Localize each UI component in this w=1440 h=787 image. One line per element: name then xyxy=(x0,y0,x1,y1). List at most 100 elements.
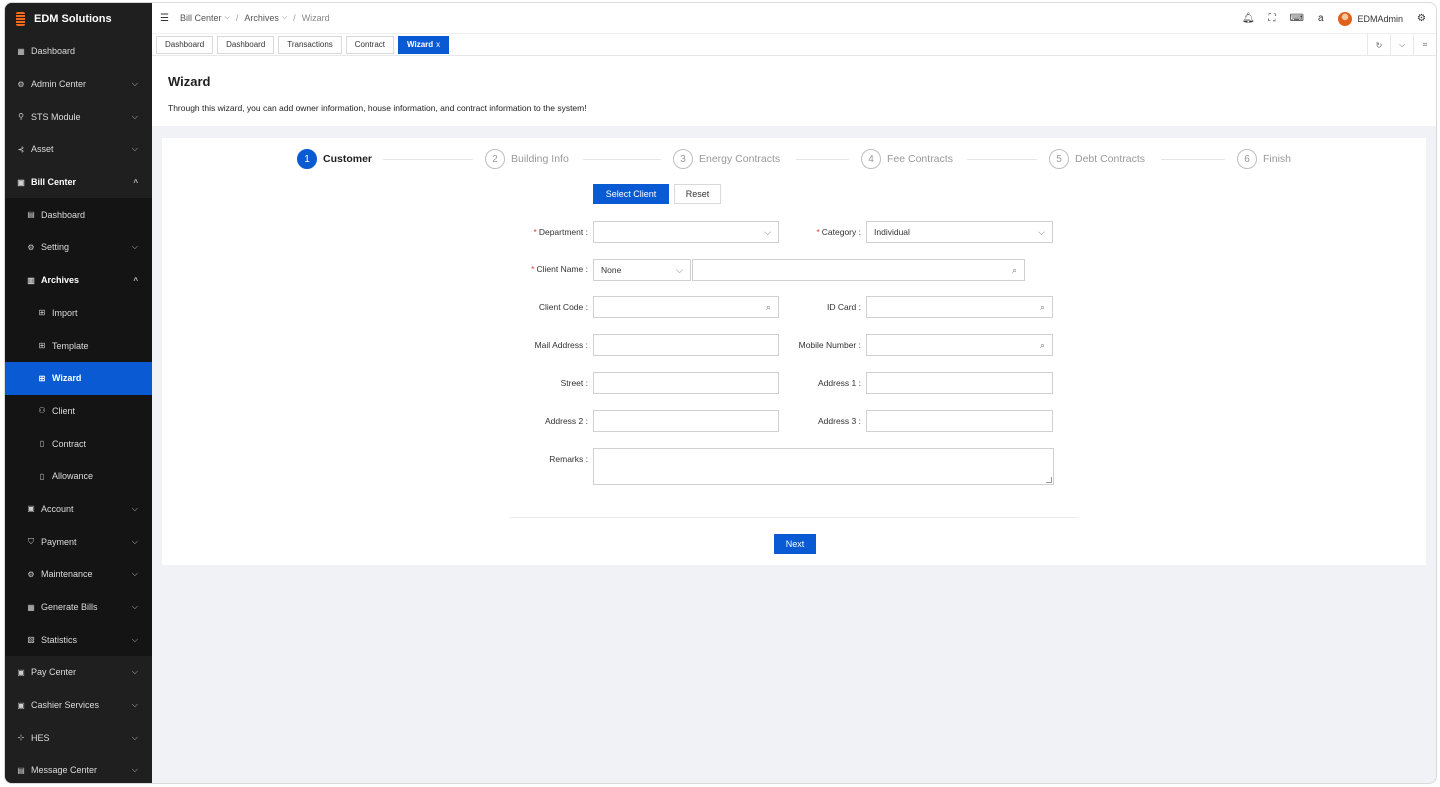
search-icon[interactable]: ⌕ xyxy=(1040,340,1045,351)
top-header: ☰ Bill Center ⌵ / Archives ⌵ / Wizard 🔔︎… xyxy=(152,3,1436,34)
maximize-icon[interactable]: ⌗ xyxy=(1413,34,1436,56)
tab-contract[interactable]: Contract xyxy=(345,35,395,54)
step-label: Fee Contracts xyxy=(887,153,953,165)
app-logo[interactable]: EDM Solutions xyxy=(5,3,152,35)
sidebar-item-pay-center[interactable]: ▣ Pay Center ⌵ xyxy=(5,656,152,689)
sidebar-item-asset[interactable]: ⊰ Asset ⌵ xyxy=(5,133,152,166)
sidebar-item-dashboard[interactable]: ▤ Dashboard xyxy=(5,198,152,232)
sidebar-item-generate-bills[interactable]: ▦ Generate Bills ⌵ xyxy=(5,590,152,624)
client-name-type-select[interactable]: None ⌵ xyxy=(593,259,691,281)
chevron-down-icon: ⌵ xyxy=(131,732,138,742)
avatar[interactable] xyxy=(1337,11,1352,26)
step-number: 4 xyxy=(861,149,881,169)
sidebar: EDM Solutions ▦ Dashboard ⚙ Admin Center ⌵ ⚲ S… xyxy=(5,3,152,783)
sidebar-item-account[interactable]: ▣ Account ⌵ xyxy=(5,492,152,526)
tab-dashboard[interactable]: Dashboard xyxy=(156,35,214,54)
tab-dashboard[interactable]: Dashboard xyxy=(217,35,275,54)
next-button[interactable]: Next xyxy=(774,534,816,554)
sidebar-item-wizard[interactable]: ⊞ Wizard xyxy=(5,361,152,395)
street-input[interactable] xyxy=(593,372,779,394)
breadcrumb-item[interactable]: Archives xyxy=(244,13,279,23)
mail-address-label: Mail Address : xyxy=(534,340,588,350)
tab-label: Contract xyxy=(354,40,386,49)
settings-gear-icon[interactable]: ⚙ xyxy=(1417,13,1426,24)
sidebar-item-label: Bill Center xyxy=(31,177,77,188)
gear-icon: ⚙ xyxy=(27,242,35,252)
chevron-down-icon[interactable]: ⌵ xyxy=(282,14,287,22)
sidebar-item-maintenance[interactable]: ⚙ Maintenance ⌵ xyxy=(5,558,152,591)
chevron-down-icon: ⌵ xyxy=(764,226,771,237)
tab-transactions[interactable]: Transactions xyxy=(278,35,342,54)
bell-icon[interactable]: 🔔︎ xyxy=(1242,13,1255,24)
sidebar-item-hes[interactable]: ⊹ HES ⌵ xyxy=(5,721,152,755)
shield-icon: ⛉ xyxy=(28,536,34,546)
sidebar-item-payment[interactable]: ⛉ Payment ⌵ xyxy=(5,525,152,558)
form-divider xyxy=(510,517,1078,518)
close-icon[interactable]: x xyxy=(436,40,440,49)
sidebar-item-label: Generate Bills xyxy=(41,602,98,613)
department-select[interactable]: ⌵ xyxy=(593,221,779,243)
sidebar-item-import[interactable]: ⊞ Import xyxy=(5,296,152,330)
sidebar-item-client[interactable]: ⚇ Client xyxy=(5,394,152,428)
select-client-button[interactable]: Select Client xyxy=(593,184,669,204)
header-actions: 🔔︎ ⛶ ⌨ a EDMAdmin ⚙ xyxy=(1242,3,1426,34)
wizard-step-4[interactable]: 4 Fee Contracts xyxy=(861,148,953,170)
sidebar-item-setting[interactable]: ⚙ Setting ⌵ xyxy=(5,231,152,264)
mail-address-input[interactable] xyxy=(593,334,779,356)
sidebar-item-label: Pay Center xyxy=(31,667,77,678)
wizard-step-3[interactable]: 3 Energy Contracts xyxy=(673,148,780,170)
address2-label: Address 2 : xyxy=(544,416,588,426)
address3-input[interactable] xyxy=(866,410,1053,432)
mobile-number-label: Mobile Number : xyxy=(798,340,861,350)
remarks-textarea[interactable] xyxy=(593,448,1054,485)
search-icon[interactable]: ⌕ xyxy=(1040,302,1045,313)
address2-input[interactable] xyxy=(593,410,779,432)
wizard-step-1[interactable]: 1 Customer xyxy=(297,148,372,170)
file-icon: ▯ xyxy=(39,439,45,449)
sidebar-item-statistics[interactable]: ▧ Statistics ⌵ xyxy=(5,623,152,657)
client-code-input[interactable]: ⌕ xyxy=(593,296,779,318)
tab-wizard[interactable]: Wizard x xyxy=(398,35,450,54)
mobile-number-input[interactable]: ⌕ xyxy=(866,334,1053,356)
language-icon[interactable]: ⌨ xyxy=(1290,13,1304,24)
client-name-input[interactable]: ⌕ xyxy=(692,259,1025,281)
address1-input[interactable] xyxy=(866,372,1053,394)
grid-icon: ⊞ xyxy=(38,341,46,351)
sidebar-item-allowance[interactable]: ▯ Allowance xyxy=(5,459,152,493)
chevron-down-icon: ⌵ xyxy=(131,111,138,121)
search-icon[interactable]: ⌕ xyxy=(1012,265,1017,276)
sidebar-item-sts-module[interactable]: ⚲ STS Module ⌵ xyxy=(5,100,152,134)
id-card-input[interactable]: ⌕ xyxy=(866,296,1053,318)
sidebar-item-archives[interactable]: ▥ Archives ^ xyxy=(5,263,152,297)
chevron-down-icon[interactable]: ⌵ xyxy=(1390,34,1413,56)
sidebar-item-contract[interactable]: ▯ Contract xyxy=(5,427,152,460)
chevron-down-icon[interactable]: ⌵ xyxy=(225,14,230,22)
sidebar-item-admin-center[interactable]: ⚙ Admin Center ⌵ xyxy=(5,67,152,101)
amazon-icon[interactable]: a xyxy=(1318,13,1324,24)
table-icon: ▦ xyxy=(27,602,35,612)
wizard-step-6[interactable]: 6 Finish xyxy=(1237,148,1291,170)
search-icon[interactable]: ⌕ xyxy=(766,302,771,313)
breadcrumb-item[interactable]: Bill Center xyxy=(180,13,222,23)
reset-button[interactable]: Reset xyxy=(674,184,721,204)
chevron-down-icon: ⌵ xyxy=(131,667,138,677)
resize-handle-icon[interactable] xyxy=(1046,477,1052,483)
fullscreen-icon[interactable]: ⛶ xyxy=(1269,13,1276,24)
category-select[interactable]: Individual ⌵ xyxy=(866,221,1053,243)
chevron-down-icon: ⌵ xyxy=(131,634,138,644)
address1-label: Address 1 : xyxy=(817,378,861,388)
sidebar-item-template[interactable]: ⊞ Template xyxy=(5,329,152,362)
sidebar-item-cashier-services[interactable]: ▣ Cashier Services ⌵ xyxy=(5,688,152,722)
wizard-step-2[interactable]: 2 Building Info xyxy=(485,148,569,170)
refresh-icon[interactable]: ↻ xyxy=(1367,34,1390,56)
chevron-down-icon: ⌵ xyxy=(131,242,138,252)
user-name[interactable]: EDMAdmin xyxy=(1358,14,1404,24)
sidebar-item-bill-center[interactable]: ▣ Bill Center ^ xyxy=(5,165,152,199)
sidebar-item-label: Asset xyxy=(31,144,54,155)
chevron-down-icon: ⌵ xyxy=(131,569,138,579)
chevron-up-icon: ^ xyxy=(133,275,138,285)
menu-collapse-icon[interactable]: ☰ xyxy=(160,13,170,24)
wizard-step-5[interactable]: 5 Debt Contracts xyxy=(1049,148,1145,170)
sidebar-item-dashboard[interactable]: ▦ Dashboard xyxy=(5,35,152,68)
sidebar-item-message-center[interactable]: ▤ Message Center ⌵ xyxy=(5,754,152,783)
